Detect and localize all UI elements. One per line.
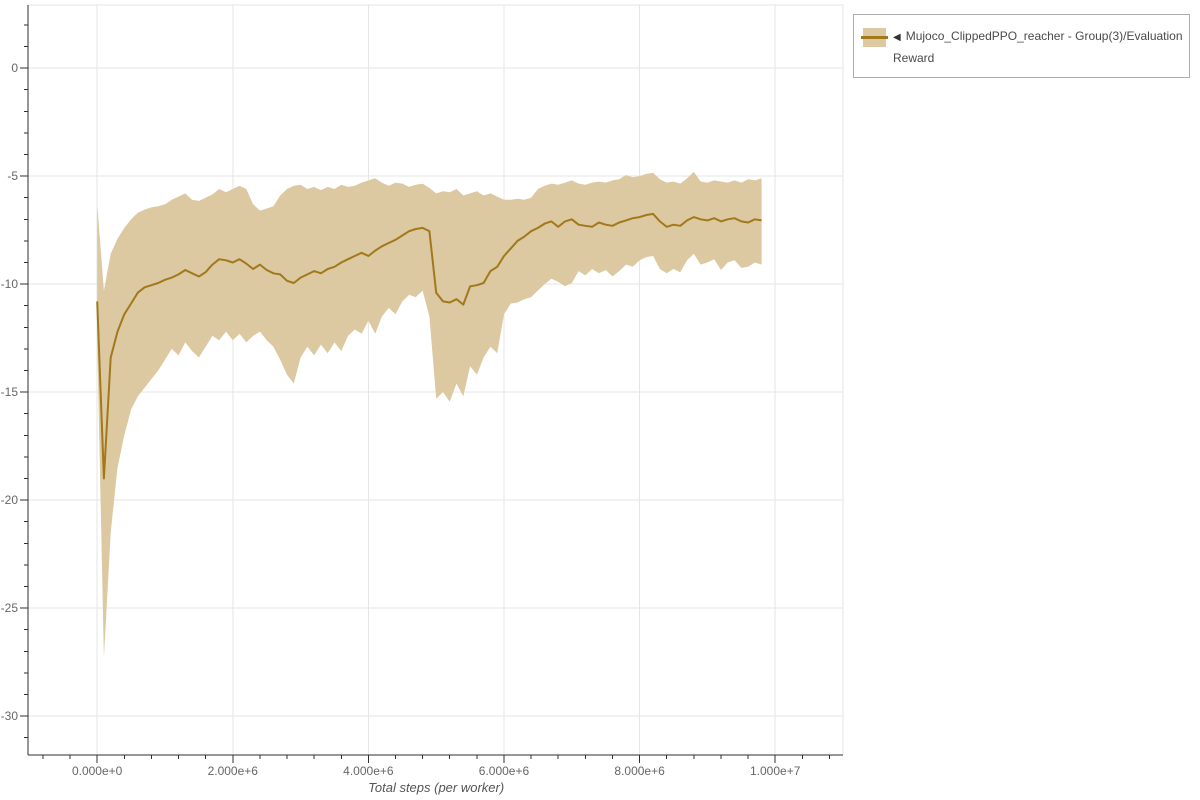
svg-text:2.000e+6: 2.000e+6 xyxy=(208,764,259,778)
legend-item[interactable]: ◀ Mujoco_ClippedPPO_reacher - Group(3)/Ev… xyxy=(853,14,1190,78)
svg-text:4.000e+6: 4.000e+6 xyxy=(343,764,394,778)
reward-std-band xyxy=(97,171,762,658)
legend-series-label: ◀ Mujoco_ClippedPPO_reacher - Group(3)/Ev… xyxy=(893,26,1183,68)
svg-text:-15: -15 xyxy=(1,385,19,399)
svg-text:0.000e+0: 0.000e+0 xyxy=(72,764,123,778)
svg-text:-20: -20 xyxy=(1,493,19,507)
reward-chart[interactable]: 0.000e+0 2.000e+6 4.000e+6 6.000e+6 8.000e+6… xyxy=(0,0,1200,800)
x-axis-title: Total steps (per worker) xyxy=(368,780,504,795)
legend-series-swatch xyxy=(861,28,888,47)
svg-text:-30: -30 xyxy=(1,709,19,723)
svg-text:-5: -5 xyxy=(7,169,18,183)
legend-label-line1: Mujoco_ClippedPPO_reacher - Group(3)/Eva… xyxy=(905,29,1183,43)
svg-text:0: 0 xyxy=(11,61,18,75)
legend-collapse-icon[interactable]: ◀ xyxy=(893,32,901,43)
svg-text:8.000e+6: 8.000e+6 xyxy=(614,764,665,778)
legend-label-line2: Reward xyxy=(893,51,935,65)
legend-swatch-line xyxy=(861,36,888,39)
svg-text:-10: -10 xyxy=(1,277,19,291)
svg-text:6.000e+6: 6.000e+6 xyxy=(479,764,530,778)
dashboard-canvas: 0.000e+0 2.000e+6 4.000e+6 6.000e+6 8.000e+6… xyxy=(0,0,1200,800)
svg-text:1.000e+7: 1.000e+7 xyxy=(750,764,801,778)
svg-text:-25: -25 xyxy=(1,601,19,615)
